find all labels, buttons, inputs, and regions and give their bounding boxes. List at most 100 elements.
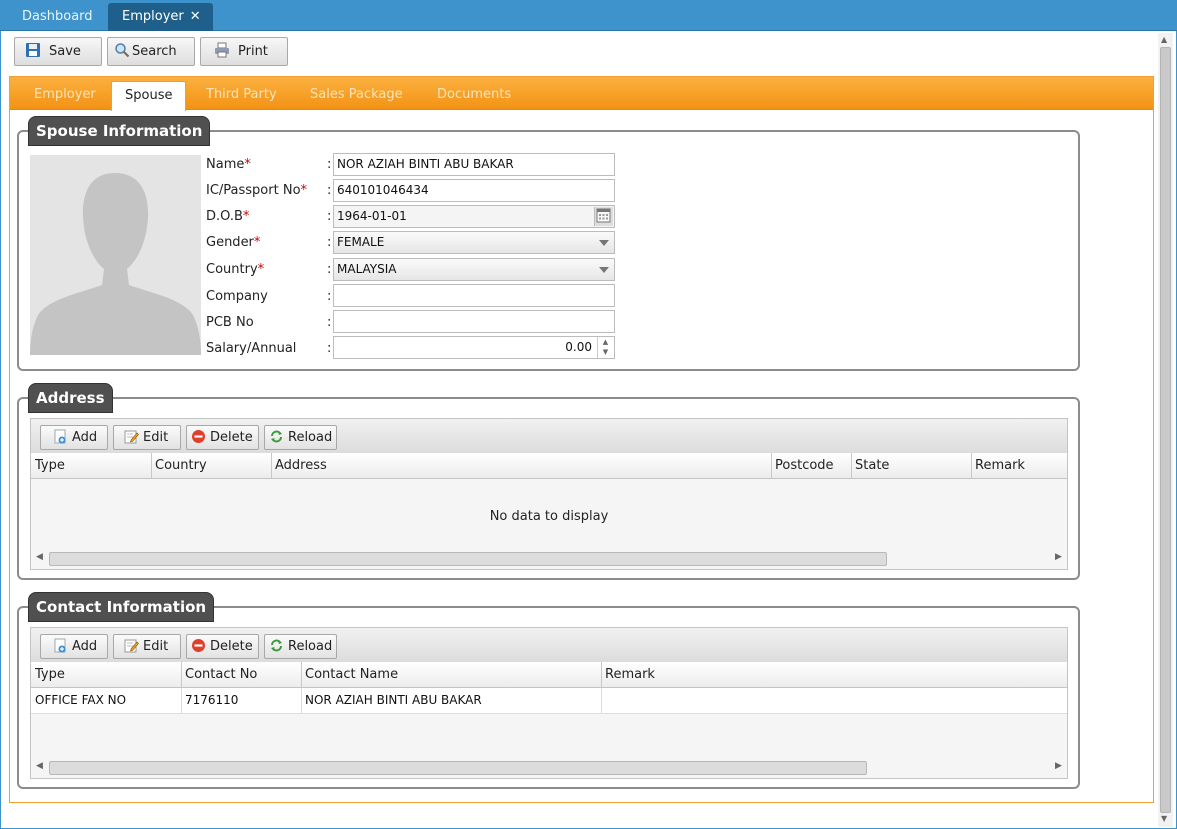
tab-sub-third-party[interactable]: Third Party [206, 87, 277, 102]
tab-dashboard-label: Dashboard [22, 9, 93, 24]
contact-grid-header: Type Contact No Contact Name Remark [30, 662, 1068, 688]
save-label: Save [49, 44, 81, 59]
contact-reload-button[interactable]: Reload [264, 634, 337, 659]
scroll-up-icon[interactable]: ▲ [1161, 35, 1167, 44]
column-header-state[interactable]: State [851, 453, 972, 478]
address-grid-body: No data to display ◀ ▶ [30, 479, 1068, 570]
magnifier-icon [115, 43, 130, 58]
tab-sub-spouse[interactable]: Spouse [111, 81, 187, 111]
column-header-postcode[interactable]: Postcode [771, 453, 852, 478]
table-row[interactable]: OFFICE FAX NO 7176110 NOR AZIAH BINTI AB… [31, 688, 1067, 714]
edit-pencil-icon [124, 639, 139, 653]
dob-value: 1964-01-01 [337, 209, 407, 223]
search-label: Search [132, 44, 177, 59]
vertical-scrollbar[interactable]: ▲ ▼ [1158, 33, 1173, 827]
cell-contact-no: 7176110 [181, 688, 302, 713]
empty-state-text: No data to display [489, 509, 609, 524]
address-grid-toolbar: Add Edit Delete Reload [30, 418, 1068, 454]
contact-delete-button[interactable]: Delete [186, 634, 259, 659]
column-header-remark[interactable]: Remark [971, 453, 1067, 478]
salary-label: Salary/Annual [206, 341, 297, 356]
tab-sub-sales-package[interactable]: Sales Package [310, 87, 403, 102]
scrollbar-thumb[interactable] [49, 552, 887, 566]
print-button[interactable]: Print [200, 37, 288, 66]
tab-employer-label: Employer [122, 9, 184, 24]
scrollbar-thumb[interactable] [49, 761, 867, 775]
ic-passport-field[interactable]: 640101046434 [333, 179, 615, 202]
person-silhouette-icon [30, 173, 201, 355]
country-label: Country* [206, 262, 265, 277]
column-header-country[interactable]: Country [151, 453, 272, 478]
scroll-down-icon[interactable]: ▼ [1161, 814, 1167, 823]
scroll-left-icon[interactable]: ◀ [36, 761, 43, 771]
save-button[interactable]: Save [14, 37, 102, 66]
chevron-down-icon[interactable] [599, 240, 609, 246]
chevron-down-icon[interactable] [599, 267, 609, 273]
pcb-no-field[interactable] [333, 310, 615, 333]
dob-label: D.O.B* [206, 209, 250, 224]
company-label: Company [206, 289, 268, 304]
tab-dashboard[interactable]: Dashboard [8, 3, 107, 31]
address-grid-header: Type Country Address Postcode State Rema… [30, 453, 1068, 479]
address-reload-button[interactable]: Reload [264, 425, 337, 450]
address-horizontal-scrollbar[interactable]: ◀ ▶ [31, 550, 1067, 568]
company-field[interactable] [333, 284, 615, 307]
calendar-icon[interactable] [594, 207, 613, 226]
name-label: Name* [206, 157, 251, 172]
address-delete-button[interactable]: Delete [186, 425, 259, 450]
contact-grid-body: OFFICE FAX NO 7176110 NOR AZIAH BINTI AB… [30, 688, 1068, 779]
contact-add-button[interactable]: Add [40, 634, 108, 659]
cell-contact-name: NOR AZIAH BINTI ABU BAKAR [301, 688, 602, 713]
sub-tab-strip: Employer Spouse Third Party Sales Packag… [10, 77, 1153, 111]
contact-edit-button[interactable]: Edit [113, 634, 181, 659]
tab-sub-documents[interactable]: Documents [437, 87, 511, 102]
column-header-remark[interactable]: Remark [601, 662, 1067, 687]
name-field[interactable]: NOR AZIAH BINTI ABU BAKAR [333, 153, 615, 176]
search-button[interactable]: Search [107, 37, 195, 66]
reload-icon [271, 430, 282, 443]
gender-select[interactable]: FEMALE [333, 231, 615, 254]
top-tab-bar: Dashboard Employer ✕ [0, 0, 1177, 31]
scroll-left-icon[interactable]: ◀ [36, 552, 43, 562]
scrollbar-thumb[interactable] [1160, 47, 1171, 813]
close-icon[interactable]: ✕ [190, 3, 201, 30]
column-header-type[interactable]: Type [31, 662, 182, 687]
floppy-disk-icon [26, 43, 40, 57]
contact-info-legend: Contact Information [28, 592, 215, 622]
address-add-button[interactable]: Add [40, 425, 108, 450]
address-legend: Address [28, 383, 113, 413]
printer-icon [215, 42, 229, 58]
spouse-info-legend: Spouse Information [28, 116, 211, 146]
reload-icon [271, 639, 282, 652]
gender-value: FEMALE [337, 235, 385, 249]
contact-horizontal-scrollbar[interactable]: ◀ ▶ [31, 759, 1067, 777]
ic-passport-label: IC/Passport No* [206, 183, 308, 198]
column-header-contact-name[interactable]: Contact Name [301, 662, 602, 687]
salary-value: 0.00 [565, 340, 592, 354]
add-document-icon [54, 429, 66, 444]
delete-circle-icon [192, 430, 205, 443]
edit-pencil-icon [124, 430, 139, 444]
country-value: MALAYSIA [337, 262, 397, 276]
address-edit-button[interactable]: Edit [113, 425, 181, 450]
delete-circle-icon [192, 639, 205, 652]
gender-label: Gender* [206, 235, 261, 250]
print-label: Print [238, 44, 268, 59]
pcb-no-label: PCB No [206, 315, 254, 330]
avatar [30, 155, 201, 355]
cell-type: OFFICE FAX NO [31, 688, 182, 713]
tab-employer[interactable]: Employer ✕ [108, 3, 213, 31]
salary-stepper[interactable]: 0.00 ▲ ▼ [333, 336, 615, 359]
add-document-icon [54, 638, 66, 653]
column-header-contact-no[interactable]: Contact No [181, 662, 302, 687]
spinner-arrows-icon[interactable]: ▲ ▼ [597, 337, 613, 358]
contact-grid-toolbar: Add Edit Delete Reload [30, 627, 1068, 663]
tab-sub-employer[interactable]: Employer [34, 87, 96, 102]
country-select[interactable]: MALAYSIA [333, 258, 615, 281]
column-header-type[interactable]: Type [31, 453, 152, 478]
cell-remark [601, 688, 1067, 713]
dob-field[interactable]: 1964-01-01 [333, 205, 615, 228]
column-header-address[interactable]: Address [271, 453, 772, 478]
scroll-right-icon[interactable]: ▶ [1055, 761, 1062, 771]
scroll-right-icon[interactable]: ▶ [1055, 552, 1062, 562]
